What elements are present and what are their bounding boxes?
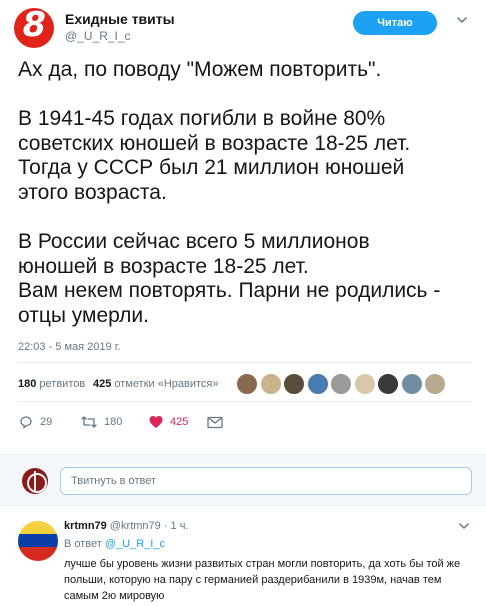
flag-band-yellow [18,521,58,535]
reply-compose-area: Твитнуть в ответ [0,454,486,506]
replying-to-link[interactable]: @_U_R_I_c [105,538,165,550]
divider [18,401,472,402]
direct-message-button[interactable] [206,410,224,434]
retweets-label: ретвитов [39,378,86,390]
reply-tweet[interactable]: krtmn79 @krtmn79 · 1 ч. В ответ @_U_R_I_… [0,507,486,606]
tweet-text-line [18,206,478,231]
tweet-text-line: отцы умерли. [18,303,149,327]
reply-count: 29 [40,416,53,428]
likes-count: 425 [93,378,112,390]
replying-to: В ответ @_U_R_I_c [64,538,165,550]
tweet-text-line: Тогда у СССР был 21 миллион юношей [18,156,405,180]
liker-avatar[interactable] [377,373,399,395]
tweet-header: 8 Ехидные твиты @_U_R_I_c Читаю [0,0,486,52]
account-avatar[interactable]: 8 [14,8,54,48]
tweet-text-line: В России сейчас всего 5 миллионов [18,230,370,254]
tweet-timestamp[interactable]: 22:03 - 5 мая 2019 г. [18,341,120,353]
reply-author-name: krtmn79 [64,520,107,532]
envelope-icon [207,416,223,429]
tweet-text-line: советских юношей в возрасте 18-25 лет. [18,131,411,155]
retweets-stat[interactable]: 180 ретвитов [18,378,85,390]
tweet-text-line [18,83,478,108]
reply-author-avatar[interactable] [18,521,58,561]
tweet-text-line: Ах да, по поводу "Можем повторить". [18,58,382,81]
tweet-actions: 29 180 425 [18,410,318,434]
retweet-icon [81,416,97,428]
likes-stat[interactable]: 425 отметки «Нравится» [93,378,218,390]
reply-text: лучше бы уровень жизни развитых стран мо… [64,558,461,602]
reply-author-handle-time: @krtmn79 · 1 ч. [109,520,189,532]
replying-to-label: В ответ [64,538,102,550]
tweet-text-line: В 1941-45 годах погибли в войне 80% [18,107,386,131]
tweet-text-line: этого возраста. [18,180,167,204]
account-name[interactable]: Ехидные твиты [65,11,175,27]
flag-band-blue [18,534,58,548]
heart-icon [149,416,163,428]
liker-avatar[interactable] [306,373,329,395]
liker-avatar[interactable] [353,373,376,395]
avatar-logo-text: 8 [18,8,50,45]
likes-label: отметки «Нравится» [114,378,219,390]
account-handle[interactable]: @_U_R_I_c [65,29,131,43]
chevron-down-icon[interactable] [456,14,468,26]
reply-input[interactable]: Твитнуть в ответ [60,467,472,495]
user-avatar[interactable] [22,468,48,494]
reply-button[interactable]: 29 [18,410,52,434]
retweets-count: 180 [18,378,37,390]
like-count: 425 [170,416,189,428]
like-button[interactable]: 425 [148,410,188,434]
liker-avatar[interactable] [259,373,282,395]
tweet-text: Ах да, по поводу "Можем повторить". В 194… [18,58,478,329]
liker-avatar[interactable] [400,373,423,395]
retweet-button[interactable]: 180 [80,410,122,434]
following-button[interactable]: Читаю [353,11,437,35]
liker-avatar[interactable] [283,373,305,395]
tweet-text-line: юношей в возрасте 18-25 лет. [18,254,309,278]
chevron-down-icon[interactable] [458,520,470,532]
divider [18,362,472,363]
flag-band-red [18,547,58,561]
liker-avatar[interactable] [330,373,352,395]
retweet-count: 180 [104,416,123,428]
reply-icon [20,416,32,429]
reply-author[interactable]: krtmn79 @krtmn79 · 1 ч. [64,520,189,532]
liker-avatar[interactable] [424,373,446,395]
liker-avatar[interactable] [236,373,258,395]
tweet-text-line: Вам некем повторять. Парни не родились - [18,279,441,303]
